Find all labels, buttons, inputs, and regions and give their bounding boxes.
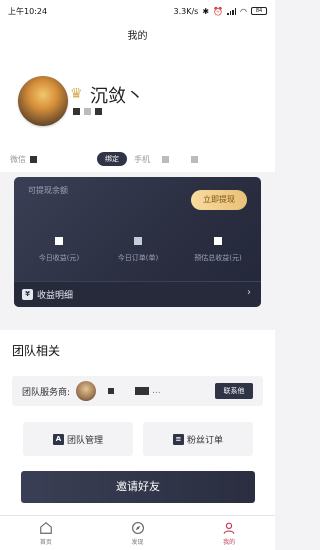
crown-icon: ♛ (70, 86, 83, 102)
team-section: 团队相关 团队服务商: ... 联系他 A 团队管理 ≡ 粉丝订单 邀请好友 (0, 330, 275, 515)
available-balance-label: 可提现余额 (28, 186, 68, 195)
stat-label: 今日订单(单) (117, 254, 159, 262)
earnings-detail-label: 收益明细 (37, 291, 74, 301)
avatar[interactable] (18, 76, 68, 126)
service-provider-avatar (76, 381, 97, 401)
stat-label: 今日收益(元) (38, 254, 80, 262)
battery-icon: 84 (251, 7, 267, 15)
stat-today-earnings: 今日收益(元) (18, 237, 100, 263)
wechat-label: 微信 (10, 154, 26, 164)
status-bar: 上午10:24 3.3K/s ✱ ⏰ ◠ 84 (0, 0, 275, 22)
earnings-card: 可提现余额 立即提现 今日收益(元) 今日订单(单) 预估总收益(元) ¥ 收益… (14, 177, 261, 307)
person-icon (223, 522, 235, 534)
redacted-mark (191, 155, 198, 163)
service-provider-ellipsis: ... (152, 386, 161, 396)
earnings-detail-link[interactable]: ¥ 收益明细 › (14, 281, 261, 307)
compass-icon (131, 521, 144, 534)
team-service-provider-row: 团队服务商: ... 联系他 (12, 376, 263, 406)
alarm-icon: ⏰ (213, 6, 224, 16)
status-time: 上午10:24 (8, 6, 48, 16)
status-icons: 3.3K/s ✱ ⏰ ◠ 84 (173, 6, 267, 16)
bluetooth-icon: ✱ (202, 6, 210, 16)
account-binding-row: 微信 绑定 手机 (0, 148, 275, 170)
stat-today-orders: 今日订单(单) (97, 237, 179, 263)
tab-discover[interactable]: 发现 (92, 516, 184, 550)
wifi-icon: ◠ (240, 6, 247, 16)
stat-estimated-total: 预估总收益(元) (177, 237, 259, 263)
team-section-title: 团队相关 (12, 344, 61, 358)
yuan-icon: ¥ (22, 289, 33, 300)
phone-label: 手机 (134, 154, 150, 164)
team-manage-button[interactable]: A 团队管理 (23, 422, 133, 456)
team-manage-label: 团队管理 (66, 435, 103, 446)
tab-mine[interactable]: 我的 (183, 516, 275, 550)
bottom-tab-bar: 首页 发现 我的 (0, 515, 275, 550)
stat-label: 预估总收益(元) (194, 254, 242, 262)
stat-value (55, 237, 63, 245)
signal-icon (227, 7, 237, 15)
stat-value (134, 237, 142, 245)
chevron-right-icon: › (247, 287, 251, 298)
page-title: 我的 (0, 22, 275, 52)
redacted-mark (162, 155, 169, 163)
redacted-mark (30, 155, 37, 163)
invite-friends-button[interactable]: 邀请好友 (21, 471, 255, 503)
fans-orders-button[interactable]: ≡ 粉丝订单 (143, 422, 253, 456)
tab-label: 发现 (131, 538, 144, 546)
service-provider-name: ... (108, 386, 161, 396)
redacted-mark (95, 108, 102, 115)
list-icon: ≡ (172, 433, 184, 445)
redacted-mark (73, 108, 80, 115)
tab-label: 首页 (39, 538, 52, 546)
tab-home[interactable]: 首页 (0, 516, 92, 550)
withdraw-button[interactable]: 立即提现 (191, 190, 247, 210)
net-speed: 3.3K/s (173, 6, 199, 16)
redacted-mark (135, 387, 150, 395)
stat-value (214, 237, 222, 245)
nickname: 沉敛丶 (90, 86, 144, 107)
fans-orders-label: 粉丝订单 (186, 435, 223, 446)
team-manage-icon: A (52, 433, 64, 445)
service-provider-label: 团队服务商: (22, 387, 71, 398)
bind-button[interactable]: 绑定 (97, 152, 127, 166)
redacted-mark (108, 388, 115, 394)
tab-label: 我的 (223, 538, 236, 546)
redacted-mark (84, 108, 91, 115)
home-icon (40, 521, 52, 534)
user-level-tag (73, 108, 102, 115)
contact-button[interactable]: 联系他 (215, 383, 253, 399)
